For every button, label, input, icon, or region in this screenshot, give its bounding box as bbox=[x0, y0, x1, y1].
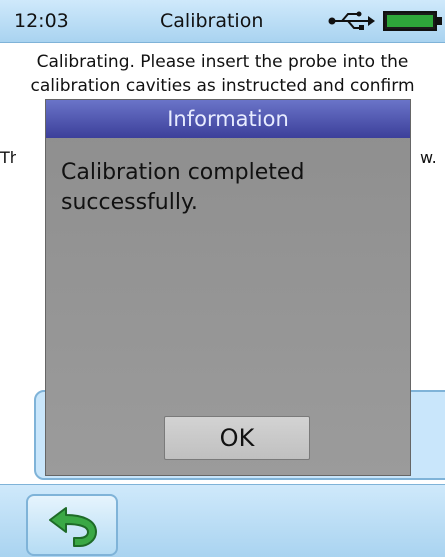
status-bar: 12:03 Calibration bbox=[0, 0, 445, 43]
partial-text-left: Th bbox=[0, 148, 16, 167]
status-time: 12:03 bbox=[14, 10, 69, 32]
back-arrow-icon bbox=[49, 507, 97, 547]
battery-icon bbox=[383, 11, 442, 31]
usb-icon bbox=[328, 11, 375, 30]
calibration-instructions: Calibrating. Please insert the probe int… bbox=[0, 50, 445, 98]
dialog-title: Information bbox=[46, 100, 410, 138]
screen-title: Calibration bbox=[160, 10, 264, 32]
partial-text-right: w. bbox=[420, 148, 437, 167]
instruction-line-2: calibration cavities as instructed and c… bbox=[30, 76, 415, 96]
calibration-screen: 12:03 Calibration Calibrating. Please in… bbox=[0, 0, 445, 557]
information-dialog: Information Calibration completed succes… bbox=[46, 100, 410, 475]
instruction-line-1: Calibrating. Please insert the probe int… bbox=[36, 52, 409, 72]
dialog-message: Calibration completed successfully. bbox=[61, 160, 305, 215]
ok-button[interactable]: OK bbox=[164, 416, 310, 460]
back-button[interactable] bbox=[26, 494, 118, 556]
